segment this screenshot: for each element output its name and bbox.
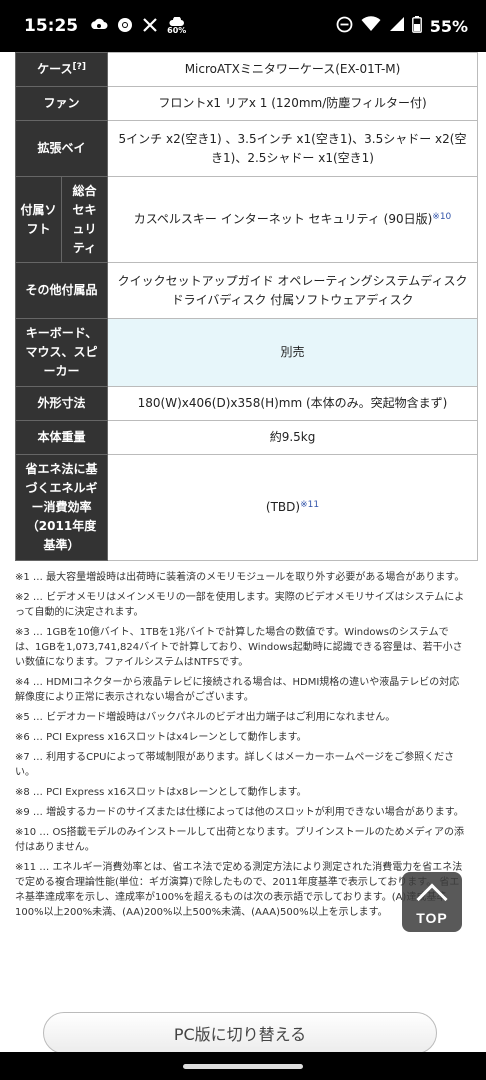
spec-label-weight: 本体重量	[14, 420, 109, 455]
spec-table: ケース[?] MicroATXミニタワーケース(EX-01T-M) ファン フロ…	[14, 52, 479, 561]
spec-row-energy: 省エネ法に基づくエネルギー消費効率（2011年度基準） (TBD)※11	[14, 454, 479, 561]
spec-value-software: カスペルスキー インターネット セキュリティ (90日版)※10	[107, 176, 479, 263]
spec-label-case: ケース[?]	[14, 52, 109, 87]
spec-row-software: 付属ソフト 総合セキュリティ カスペルスキー インターネット セキュリティ (9…	[15, 176, 479, 263]
footnote-5: ※5 … ビデオカード増設時はバックパネルのビデオ出力端子はご利用になれません。	[15, 712, 396, 723]
footnote-4: ※4 … HDMIコネクターから液晶テレビに接続される場合は、HDMI規格の違い…	[15, 677, 460, 703]
x-icon	[142, 17, 158, 36]
weather-icon: 60%	[167, 17, 186, 35]
note-link-10[interactable]: ※10	[432, 212, 451, 222]
wifi-icon	[361, 16, 381, 36]
footnote-8: ※8 … PCI Express x16スロットはx8レーンとして動作します。	[15, 787, 307, 798]
spec-row-accessories: その他付属品 クイックセットアップガイド オペレーティングシステムディスク ドラ…	[14, 262, 479, 319]
spec-row-bays: 拡張ベイ 5インチ x2(空き1) 、3.5インチ x1(空き1)、3.5シャド…	[14, 120, 479, 177]
spec-value-bays: 5インチ x2(空き1) 、3.5インチ x1(空き1)、3.5シャドー x2(…	[107, 120, 479, 177]
spec-label-keyboard: キーボード、マウス、スピーカー	[14, 318, 109, 387]
spec-label-bays: 拡張ベイ	[14, 120, 109, 177]
spec-row-fan: ファン フロントx1 リアx 1 (120mm/防塵フィルター付)	[14, 86, 479, 121]
battery-icon	[411, 15, 422, 37]
status-bar: 15:25 60% 55%	[0, 0, 486, 52]
chrome-icon	[117, 17, 133, 36]
spec-label-energy: 省エネ法に基づくエネルギー消費効率（2011年度基準）	[14, 454, 109, 561]
spec-label-software: 付属ソフト	[15, 176, 62, 263]
pc-version-button[interactable]: PC版に切り替える	[43, 1012, 437, 1054]
spec-label-dimensions: 外形寸法	[14, 386, 109, 421]
signal-icon	[389, 16, 404, 36]
note-link-11[interactable]: ※11	[300, 500, 319, 510]
spec-row-dimensions: 外形寸法 180(W)x406(D)x358(H)mm (本体のみ。突起物含まず…	[14, 386, 479, 421]
home-gesture-handle[interactable]	[183, 1064, 303, 1069]
spec-label-accessories: その他付属品	[14, 262, 109, 319]
spec-value-accessories: クイックセットアップガイド オペレーティングシステムディスク ドライバディスク …	[107, 262, 479, 319]
help-link[interactable]: [?]	[72, 62, 85, 72]
footnote-7: ※7 … 利用するCPUによって帯域制限があります。詳しくはメーカーホームページ…	[15, 752, 455, 778]
footnote-6: ※6 … PCI Express x16スロットはx4レーンとして動作します。	[15, 732, 307, 743]
footnote-11: ※11 … エネルギー消費効率とは、省エネ法で定める測定方法により測定された消費…	[15, 862, 463, 918]
cloud-gear-icon	[90, 17, 108, 36]
back-to-top-button[interactable]: TOP	[402, 872, 462, 932]
spec-value-keyboard: 別売	[107, 318, 479, 387]
footnote-10: ※10 … OS搭載モデルのみインストールして出荷となります。プリインストールの…	[15, 827, 464, 853]
spec-sublabel-security: 総合セキュリティ	[60, 176, 109, 263]
spec-row-weight: 本体重量 約9.5kg	[14, 420, 479, 455]
spec-row-case: ケース[?] MicroATXミニタワーケース(EX-01T-M)	[14, 52, 479, 87]
footnote-9: ※9 … 増設するカードのサイズまたは仕様によっては他のスロットが利用できない場…	[15, 807, 464, 818]
spec-value-case: MicroATXミニタワーケース(EX-01T-M)	[107, 52, 479, 87]
footnotes: ※1 … 最大容量増設時は出荷時に装着済のメモリモジュールを取り外す必要がある場…	[15, 570, 465, 925]
footnote-2: ※2 … ビデオメモリはメインメモリの一部を使用します。実際のビデオメモリサイズ…	[15, 592, 465, 618]
spec-value-energy: (TBD)※11	[107, 454, 479, 561]
spec-value-fan: フロントx1 リアx 1 (120mm/防塵フィルター付)	[107, 86, 479, 121]
spec-value-dimensions: 180(W)x406(D)x358(H)mm (本体のみ。突起物含まず)	[107, 386, 479, 421]
battery-percent: 55%	[429, 16, 468, 36]
spec-value-weight: 約9.5kg	[107, 420, 479, 455]
spec-row-keyboard: キーボード、マウス、スピーカー 別売	[14, 318, 479, 387]
notification-icons: 60%	[90, 17, 186, 36]
spec-label-fan: ファン	[14, 86, 109, 121]
weather-text: 60%	[167, 26, 187, 35]
footnote-3: ※3 … 1GBを10億バイト、1TBを1兆バイトで計算した場合の数値です。Wi…	[15, 627, 463, 668]
status-time: 15:25	[24, 16, 79, 36]
navigation-bar	[0, 1052, 486, 1080]
dnd-icon	[336, 16, 353, 37]
footnote-1: ※1 … 最大容量増設時は出荷時に装着済のメモリモジュールを取り外す必要がある場…	[15, 572, 465, 583]
